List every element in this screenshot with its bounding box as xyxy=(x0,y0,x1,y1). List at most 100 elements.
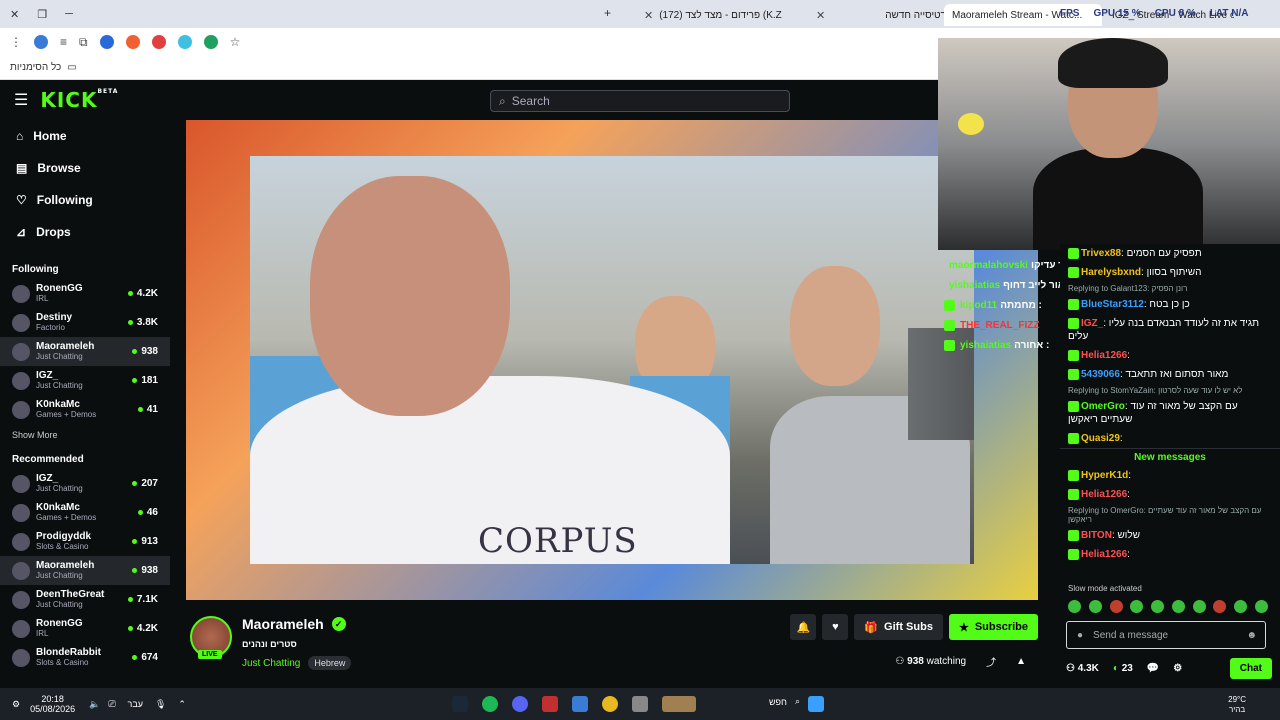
chat-message[interactable]: Helia1266: xyxy=(1060,545,1280,564)
chat-username[interactable]: Helia1266 xyxy=(1081,350,1127,361)
nav-browse[interactable]: ▤ Browse xyxy=(0,152,170,184)
extension-icon[interactable] xyxy=(125,35,140,49)
chat-username[interactable]: Trivex88 xyxy=(1081,248,1121,259)
sidebar-channel[interactable]: DeenTheGreat Just Chatting 7.1K xyxy=(0,585,170,614)
app-icon[interactable] xyxy=(542,696,558,712)
hamburger-menu-icon[interactable]: ☰ xyxy=(14,90,28,110)
sidebar-channel[interactable]: Maorameleh Just Chatting 938 xyxy=(0,556,170,585)
emote-icon[interactable] xyxy=(1109,600,1123,613)
emote-icon[interactable] xyxy=(1171,600,1185,613)
tab-freedom[interactable]: ✕ (172) פרידום - מצד לצד (K.Z xyxy=(628,4,790,26)
chat-message[interactable]: Harelysbxnd: השיתוף בסוון xyxy=(1060,263,1280,282)
all-bookmarks-label[interactable]: כל הסימניות xyxy=(10,62,61,73)
settings-icon[interactable]: ⚙ xyxy=(12,699,20,710)
show-more-button[interactable]: Show More xyxy=(0,424,170,446)
extension-icon[interactable] xyxy=(177,35,192,49)
app-icon[interactable] xyxy=(632,696,648,712)
notification-bell-button[interactable]: 🔔 xyxy=(790,614,817,640)
search-input[interactable]: ⌕ Search xyxy=(490,90,790,112)
nav-drops[interactable]: ⊿ Drops xyxy=(0,216,170,248)
chat-username[interactable]: BITON xyxy=(1081,530,1112,541)
sidebar-channel[interactable]: IGZ_ Just Chatting 207 xyxy=(0,469,170,498)
chat-message[interactable]: Helia1266: xyxy=(1060,485,1280,504)
report-icon[interactable]: ▲ xyxy=(1016,656,1026,667)
channel-points[interactable]: ◐ 23 xyxy=(1113,663,1133,674)
emote-icon[interactable] xyxy=(1192,600,1206,613)
chat-username[interactable]: OmerGro xyxy=(1081,401,1125,412)
emoji-icon[interactable]: ☻ xyxy=(1246,630,1257,641)
close-tab-icon[interactable]: ✕ xyxy=(816,9,825,22)
video-player[interactable]: CORPUS xyxy=(186,120,1038,600)
microphone-icon[interactable]: 🎙 xyxy=(155,699,166,710)
chat-message[interactable]: Trivex88: תפסיק עם הסמים xyxy=(1060,244,1280,263)
chat-message[interactable]: BlueStar3112: כן כן בטח xyxy=(1060,295,1280,314)
chat-username[interactable]: Quasi29 xyxy=(1081,433,1120,444)
chat-username[interactable]: IGZ_ xyxy=(1081,318,1103,329)
chat-message[interactable]: Helia1266: xyxy=(1060,346,1280,365)
extension-icon[interactable] xyxy=(203,35,218,49)
close-tab-icon[interactable]: ✕ xyxy=(644,9,653,22)
chat-message[interactable]: HyperK1d: xyxy=(1060,466,1280,485)
chat-username[interactable]: Harelysbxnd xyxy=(1081,267,1141,278)
chrome-icon[interactable] xyxy=(602,696,618,712)
sidebar-channel[interactable]: Maorameleh Just Chatting 938 xyxy=(0,337,170,366)
language-tag[interactable]: Hebrew xyxy=(308,656,352,670)
chat-username[interactable]: Helia1266 xyxy=(1081,489,1127,500)
kick-logo[interactable]: KICKBETA xyxy=(40,88,118,112)
nav-home[interactable]: ⌂ Home xyxy=(0,120,170,152)
extension-icon[interactable] xyxy=(99,35,114,49)
chat-username[interactable]: 5439066 xyxy=(1081,369,1120,380)
network-icon[interactable]: ⎚ xyxy=(108,699,115,710)
follow-heart-button[interactable]: ♥ xyxy=(822,614,849,640)
emote-icon[interactable] xyxy=(1068,600,1081,613)
chat-username[interactable]: BlueStar3112 xyxy=(1081,299,1144,310)
extensions-puzzle-icon[interactable]: ⧉ xyxy=(79,35,88,50)
streamer-name[interactable]: Maorameleh ✓ xyxy=(242,616,346,632)
new-messages-divider[interactable]: New messages xyxy=(1060,448,1280,466)
chat-message[interactable]: IGZ_: תגיד את זה לעודד הבנאדם בנה עליו ע… xyxy=(1060,314,1280,346)
emote-icon[interactable] xyxy=(1254,600,1268,613)
sidebar-channel[interactable]: RonenGG IRL 4.2K xyxy=(0,614,170,643)
file-icon[interactable] xyxy=(572,696,588,712)
chat-username[interactable]: HyperK1d xyxy=(1081,470,1128,481)
reply-context[interactable]: Replying to StomYaZain: לא יש לו עוד שעה… xyxy=(1060,384,1280,397)
subscribe-button[interactable]: ★ Subscribe xyxy=(948,614,1038,640)
chat-message[interactable]: 5439066: מאור תסתום ואז תתאבד xyxy=(1060,365,1280,384)
minimize-window-icon[interactable]: ─ xyxy=(65,8,73,21)
menu-dots-icon[interactable]: ⋮ xyxy=(10,35,22,49)
chat-message[interactable]: BITON: שלוש xyxy=(1060,526,1280,545)
reply-context[interactable]: Replying to Galant123: רונן הפסיק xyxy=(1060,282,1280,295)
emote-icon[interactable] xyxy=(1151,600,1165,613)
chat-message[interactable]: Quasi29: xyxy=(1060,429,1280,448)
tab-new-tab[interactable]: ✕ כרטיסייה חדשה xyxy=(800,4,959,26)
emote-icon[interactable] xyxy=(1088,600,1102,613)
volume-icon[interactable]: 🔈 xyxy=(89,699,100,710)
share-icon[interactable]: ⤴ xyxy=(986,654,996,669)
nav-following[interactable]: ♡ Following xyxy=(0,184,170,216)
emote-icon[interactable] xyxy=(1130,600,1144,613)
chat-settings-icon[interactable]: ● xyxy=(1077,630,1083,641)
emote-icon[interactable] xyxy=(1213,600,1227,613)
language-indicator[interactable]: עבר xyxy=(128,699,143,709)
new-tab-button[interactable]: + xyxy=(604,6,611,20)
chat-message[interactable]: OmerGro: עם הקצב של מאור זה עוד שעתיים ר… xyxy=(1060,397,1280,429)
chat-message-input[interactable]: ● Send a message ☻ xyxy=(1066,621,1266,649)
media-icon[interactable]: ≡ xyxy=(60,35,67,49)
extension-icon[interactable] xyxy=(151,35,166,49)
sidebar-channel[interactable]: Destiny Factorio 3.8K xyxy=(0,308,170,337)
spotify-icon[interactable] xyxy=(482,696,498,712)
close-window-icon[interactable]: ✕ xyxy=(10,8,19,21)
reply-context[interactable]: Replying to OmerGro: עם הקצב של מאור זה … xyxy=(1060,504,1280,526)
chat-send-button[interactable]: Chat xyxy=(1229,657,1272,679)
sidebar-channel[interactable]: BlondeRabbit Slots & Casino 674 xyxy=(0,643,170,672)
clock[interactable]: 20:18 05/08/2026 xyxy=(30,694,75,714)
gear-icon[interactable]: ⚙ xyxy=(1173,663,1182,674)
steam-icon[interactable] xyxy=(452,696,468,712)
extension-icon[interactable] xyxy=(34,35,48,49)
weather-widget[interactable]: 29°C בהיר xyxy=(1228,695,1246,715)
bookmark-star-icon[interactable]: ☆ xyxy=(230,35,241,49)
category-link[interactable]: Just Chatting xyxy=(242,658,300,669)
sidebar-channel[interactable]: Prodigyddk Slots & Casino 913 xyxy=(0,527,170,556)
chat-username[interactable]: Helia1266 xyxy=(1081,549,1127,560)
sidebar-channel[interactable]: K0nkaMc Games + Demos 41 xyxy=(0,395,170,424)
